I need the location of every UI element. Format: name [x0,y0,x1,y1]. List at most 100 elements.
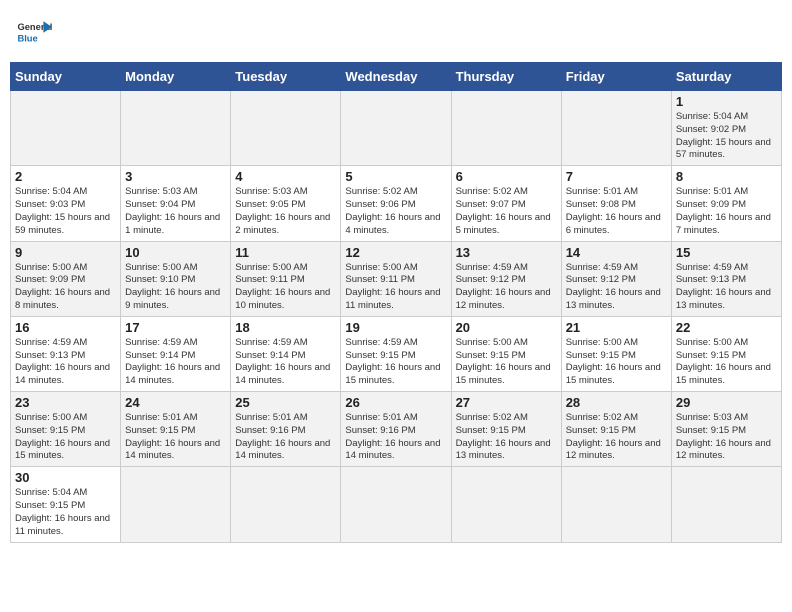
calendar-cell: 18Sunrise: 4:59 AM Sunset: 9:14 PM Dayli… [231,316,341,391]
day-of-week-thursday: Thursday [451,63,561,91]
day-info: Sunrise: 5:00 AM Sunset: 9:15 PM Dayligh… [676,337,777,388]
calendar-cell: 13Sunrise: 4:59 AM Sunset: 9:12 PM Dayli… [451,241,561,316]
day-of-week-wednesday: Wednesday [341,63,451,91]
day-number: 9 [15,245,116,260]
calendar-cell: 1 Sunrise: 5:04 AM Sunset: 9:02 PM Daylig… [671,91,781,166]
day-info: Sunrise: 4:59 AM Sunset: 9:14 PM Dayligh… [235,337,336,388]
day-info: Sunrise: 5:00 AM Sunset: 9:15 PM Dayligh… [456,337,557,388]
calendar-cell [121,467,231,542]
day-info: Sunrise: 5:04 AM Sunset: 9:03 PM Dayligh… [15,186,116,237]
calendar-cell: 26 Sunrise: 5:01 AM Sunset: 9:16 PM Dayli… [341,392,451,467]
day-number: 14 [566,245,667,260]
calendar-cell: 10 Sunrise: 5:00 AM Sunset: 9:10 PM Dayli… [121,241,231,316]
calendar-cell: 6Sunrise: 5:02 AM Sunset: 9:07 PM Daylig… [451,166,561,241]
day-info: Sunrise: 5:03 AM Sunset: 9:15 PM Dayligh… [676,412,777,463]
day-info: Sunrise: 5:00 AM Sunset: 9:15 PM Dayligh… [15,412,116,463]
calendar-cell: 21 Sunrise: 5:00 AM Sunset: 9:15 PM Dayli… [561,316,671,391]
day-number: 29 [676,395,777,410]
day-info: Sunrise: 5:01 AM Sunset: 9:16 PM Dayligh… [235,412,336,463]
calendar-cell: 27Sunrise: 5:02 AM Sunset: 9:15 PM Dayli… [451,392,561,467]
day-number: 16 [15,320,116,335]
svg-text:Blue: Blue [17,33,37,43]
calendar-cell: 22 Sunrise: 5:00 AM Sunset: 9:15 PM Dayli… [671,316,781,391]
day-number: 25 [235,395,336,410]
day-number: 8 [676,169,777,184]
calendar-cell [561,91,671,166]
day-info: Sunrise: 4:59 AM Sunset: 9:13 PM Dayligh… [676,262,777,313]
calendar-cell: 4 Sunrise: 5:03 AM Sunset: 9:05 PM Daylig… [231,166,341,241]
day-info: Sunrise: 5:04 AM Sunset: 9:02 PM Dayligh… [676,111,777,162]
day-number: 21 [566,320,667,335]
day-info: Sunrise: 4:59 AM Sunset: 9:15 PM Dayligh… [345,337,446,388]
day-info: Sunrise: 5:02 AM Sunset: 9:15 PM Dayligh… [566,412,667,463]
day-of-week-sunday: Sunday [11,63,121,91]
calendar-cell [451,91,561,166]
calendar-cell: 15 Sunrise: 4:59 AM Sunset: 9:13 PM Dayli… [671,241,781,316]
day-info: Sunrise: 4:59 AM Sunset: 9:12 PM Dayligh… [566,262,667,313]
logo: General Blue [16,14,56,50]
calendar-cell: 19 Sunrise: 4:59 AM Sunset: 9:15 PM Dayli… [341,316,451,391]
day-number: 28 [566,395,667,410]
calendar-cell [451,467,561,542]
day-number: 4 [235,169,336,184]
calendar-cell: 3 Sunrise: 5:03 AM Sunset: 9:04 PM Daylig… [121,166,231,241]
day-number: 30 [15,470,116,485]
calendar-cell: 12Sunrise: 5:00 AM Sunset: 9:11 PM Dayli… [341,241,451,316]
day-number: 26 [345,395,446,410]
day-number: 15 [676,245,777,260]
day-number: 19 [345,320,446,335]
calendar-cell: 28 Sunrise: 5:02 AM Sunset: 9:15 PM Dayli… [561,392,671,467]
calendar-cell: 17Sunrise: 4:59 AM Sunset: 9:14 PM Dayli… [121,316,231,391]
day-number: 5 [345,169,446,184]
calendar-cell [121,91,231,166]
day-of-week-tuesday: Tuesday [231,63,341,91]
day-info: Sunrise: 5:00 AM Sunset: 9:15 PM Dayligh… [566,337,667,388]
calendar-cell: 30 Sunrise: 5:04 AM Sunset: 9:15 PM Dayli… [11,467,121,542]
calendar-cell: 20 Sunrise: 5:00 AM Sunset: 9:15 PM Dayli… [451,316,561,391]
calendar-cell: 25 Sunrise: 5:01 AM Sunset: 9:16 PM Dayli… [231,392,341,467]
day-info: Sunrise: 5:04 AM Sunset: 9:15 PM Dayligh… [15,487,116,538]
day-number: 22 [676,320,777,335]
day-info: Sunrise: 5:01 AM Sunset: 9:16 PM Dayligh… [345,412,446,463]
day-info: Sunrise: 5:00 AM Sunset: 9:11 PM Dayligh… [345,262,446,313]
day-number: 20 [456,320,557,335]
day-info: Sunrise: 5:01 AM Sunset: 9:15 PM Dayligh… [125,412,226,463]
calendar-cell [341,467,451,542]
calendar-cell: 29 Sunrise: 5:03 AM Sunset: 9:15 PM Dayli… [671,392,781,467]
calendar-cell: 14 Sunrise: 4:59 AM Sunset: 9:12 PM Dayli… [561,241,671,316]
calendar-cell: 7 Sunrise: 5:01 AM Sunset: 9:08 PM Daylig… [561,166,671,241]
day-of-week-friday: Friday [561,63,671,91]
calendar-cell [231,467,341,542]
day-info: Sunrise: 5:01 AM Sunset: 9:08 PM Dayligh… [566,186,667,237]
day-of-week-monday: Monday [121,63,231,91]
day-info: Sunrise: 5:03 AM Sunset: 9:04 PM Dayligh… [125,186,226,237]
calendar-cell [561,467,671,542]
day-info: Sunrise: 5:00 AM Sunset: 9:10 PM Dayligh… [125,262,226,313]
day-number: 27 [456,395,557,410]
calendar-cell [341,91,451,166]
page-header: General Blue [10,10,782,54]
day-info: Sunrise: 4:59 AM Sunset: 9:13 PM Dayligh… [15,337,116,388]
day-number: 7 [566,169,667,184]
day-info: Sunrise: 5:02 AM Sunset: 9:07 PM Dayligh… [456,186,557,237]
calendar-cell: 11 Sunrise: 5:00 AM Sunset: 9:11 PM Dayli… [231,241,341,316]
day-number: 3 [125,169,226,184]
day-info: Sunrise: 5:00 AM Sunset: 9:11 PM Dayligh… [235,262,336,313]
day-number: 11 [235,245,336,260]
calendar-cell [671,467,781,542]
calendar-cell [11,91,121,166]
calendar-cell: 5 Sunrise: 5:02 AM Sunset: 9:06 PM Daylig… [341,166,451,241]
day-of-week-saturday: Saturday [671,63,781,91]
day-number: 13 [456,245,557,260]
day-number: 10 [125,245,226,260]
day-info: Sunrise: 5:03 AM Sunset: 9:05 PM Dayligh… [235,186,336,237]
calendar-cell: 8 Sunrise: 5:01 AM Sunset: 9:09 PM Daylig… [671,166,781,241]
day-info: Sunrise: 5:01 AM Sunset: 9:09 PM Dayligh… [676,186,777,237]
day-number: 23 [15,395,116,410]
day-number: 1 [676,94,777,109]
day-info: Sunrise: 5:02 AM Sunset: 9:06 PM Dayligh… [345,186,446,237]
calendar-cell: 16 Sunrise: 4:59 AM Sunset: 9:13 PM Dayli… [11,316,121,391]
calendar-cell: 9Sunrise: 5:00 AM Sunset: 9:09 PM Daylig… [11,241,121,316]
day-number: 24 [125,395,226,410]
calendar-cell [231,91,341,166]
